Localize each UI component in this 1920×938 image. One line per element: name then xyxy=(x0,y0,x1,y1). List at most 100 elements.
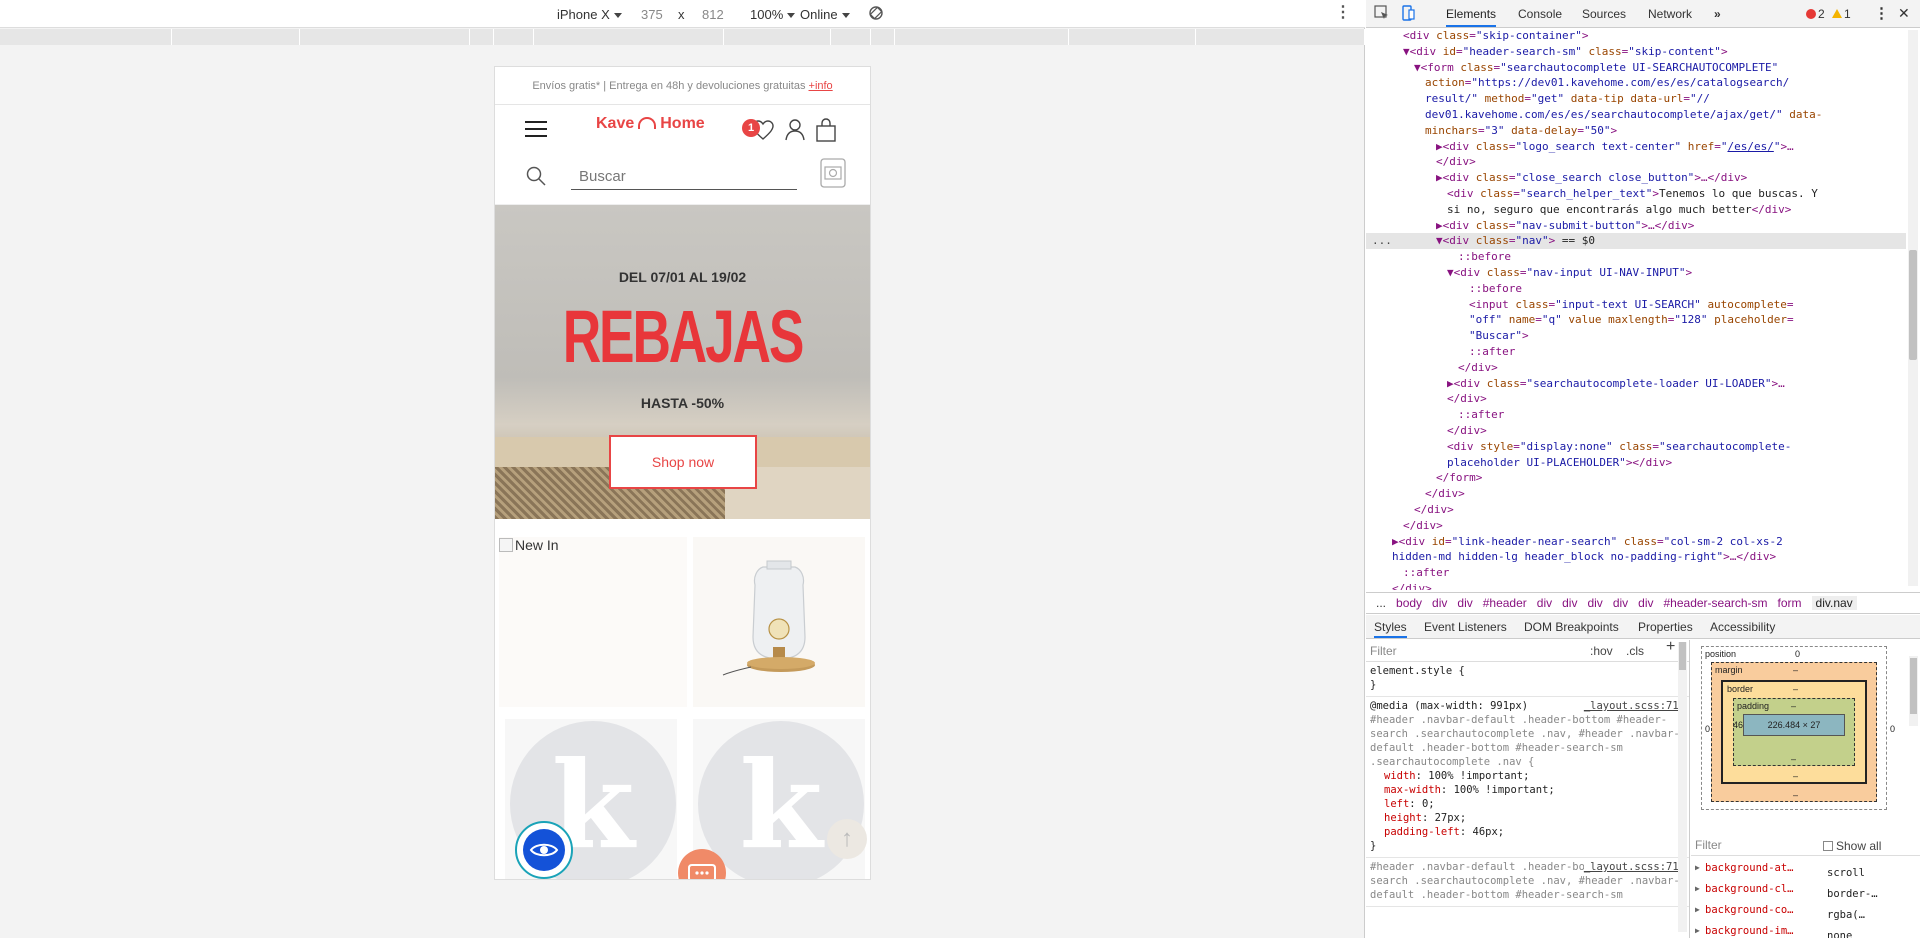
shop-now-button[interactable]: Shop now xyxy=(609,435,757,489)
promo-info-link[interactable]: +info xyxy=(809,80,833,92)
ruler-segment[interactable] xyxy=(831,29,871,45)
dom-tree-node[interactable]: ▶<div class="logo_search text-center" hr… xyxy=(1366,139,1906,155)
show-all-checkbox[interactable]: Show all xyxy=(1823,839,1881,853)
ruler-segment[interactable] xyxy=(534,29,724,45)
ruler-segment[interactable] xyxy=(871,29,895,45)
dom-tree-node[interactable]: </div> xyxy=(1366,360,1906,376)
ruler-segment[interactable] xyxy=(0,29,172,45)
dom-tree-node[interactable]: ▼<form class="searchautocomplete UI-SEAR… xyxy=(1366,60,1906,76)
css-declaration[interactable]: left: 0; xyxy=(1370,797,1685,811)
dom-tree-node[interactable]: "Buscar"> xyxy=(1366,328,1906,344)
css-declaration[interactable]: padding-left: 46px; xyxy=(1370,825,1685,839)
dom-tree-node[interactable]: <input class="input-text UI-SEARCH" auto… xyxy=(1366,297,1906,313)
dom-tree-node[interactable]: ▼<div class="nav-input UI-NAV-INPUT"> xyxy=(1366,265,1906,281)
media-query-ruler[interactable] xyxy=(0,29,1365,45)
computed-property[interactable]: ▶ background-co… rgba(… xyxy=(1691,902,1920,923)
error-count[interactable]: 2 xyxy=(1806,7,1825,21)
breadcrumb-item[interactable]: div xyxy=(1537,596,1552,610)
position-right-value[interactable]: 0 xyxy=(1890,724,1895,734)
element-style-rule[interactable]: element.style { } xyxy=(1366,662,1689,697)
device-toggle-icon[interactable] xyxy=(1400,5,1416,21)
dom-tree-node[interactable]: </div> xyxy=(1366,486,1906,502)
tab-sources[interactable]: Sources xyxy=(1582,7,1626,21)
css-declaration[interactable]: height: 27px; xyxy=(1370,811,1685,825)
ruler-segment[interactable] xyxy=(470,29,494,45)
more-options-icon[interactable]: ⋮ xyxy=(1335,5,1351,21)
close-icon[interactable]: ✕ xyxy=(1898,5,1910,22)
box-content-size[interactable]: 226.484 × 27 xyxy=(1743,714,1845,736)
computed-property[interactable]: ▶ background-at… scroll xyxy=(1691,860,1920,881)
ruler-segment[interactable] xyxy=(724,29,831,45)
dom-tree-node[interactable]: </div> xyxy=(1366,581,1906,590)
breadcrumb-item[interactable]: div xyxy=(1432,596,1447,610)
breadcrumb-item[interactable]: div.nav xyxy=(1811,596,1857,610)
css-declaration[interactable]: max-width: 100% !important; xyxy=(1370,783,1685,797)
breadcrumb-item[interactable]: form xyxy=(1778,596,1802,610)
hover-state-toggle[interactable]: :hov xyxy=(1590,644,1613,658)
dom-tree-node[interactable]: ▶<div class="searchautocomplete-loader U… xyxy=(1366,376,1906,392)
dom-tree-node[interactable]: ::after xyxy=(1366,565,1906,581)
dom-tree-node[interactable]: ▼<div id="header-search-sm" class="skip-… xyxy=(1366,44,1906,60)
tab-network[interactable]: Network xyxy=(1648,7,1692,21)
dom-tree-node[interactable]: si no, seguro que encontrarás algo much … xyxy=(1366,202,1906,218)
dom-tree-node[interactable]: ::before xyxy=(1366,249,1906,265)
computed-filter-input[interactable] xyxy=(1695,838,1805,852)
dom-tree-node[interactable]: dev01.kavehome.com/es/es/searchautocompl… xyxy=(1366,107,1906,123)
device-width-field[interactable]: 375 xyxy=(641,7,663,22)
dom-tree-node[interactable]: result/" method="get" data-tip data-url=… xyxy=(1366,91,1906,107)
border-bottom-value[interactable]: – xyxy=(1793,771,1798,781)
new-rule-button[interactable]: + xyxy=(1666,640,1675,655)
css-declaration[interactable]: width: 100% !important; xyxy=(1370,769,1685,783)
dom-tree-node[interactable]: placeholder UI-PLACEHOLDER"></div> xyxy=(1366,455,1906,471)
dom-tree-node[interactable]: minchars="3" data-delay="50"> xyxy=(1366,123,1906,139)
margin-bottom-value[interactable]: – xyxy=(1793,790,1798,800)
dom-tree-node[interactable]: <div class="skip-container"> xyxy=(1366,28,1906,44)
accessibility-eye-button[interactable] xyxy=(515,821,573,879)
network-throttle-select[interactable]: Online xyxy=(800,7,850,22)
search-icon[interactable] xyxy=(525,165,547,190)
border-top-value[interactable]: – xyxy=(1793,684,1798,694)
chat-button[interactable] xyxy=(678,849,726,879)
hero-banner[interactable]: DEL 07/01 AL 19/02 REBAJAS HASTA -50% Sh… xyxy=(495,205,870,519)
lamp-product-tile[interactable] xyxy=(693,537,865,707)
breadcrumb-item[interactable]: #header xyxy=(1483,596,1527,610)
dom-tree-node[interactable]: "off" name="q" value maxlength="128" pla… xyxy=(1366,312,1906,328)
dom-tree-node[interactable]: ▼<div class="nav"> == $0... xyxy=(1366,233,1906,250)
warning-count[interactable]: 1 xyxy=(1832,7,1851,21)
shopping-bag-icon[interactable] xyxy=(815,117,837,146)
dom-tree-node[interactable]: </div> xyxy=(1366,518,1906,534)
computed-property[interactable]: ▶ background-im… none xyxy=(1691,923,1920,938)
ruler-segment[interactable] xyxy=(895,29,1069,45)
computed-scrollbar[interactable] xyxy=(1909,656,1918,726)
position-left-value[interactable]: 0 xyxy=(1705,724,1710,734)
dom-tree-node[interactable]: ::after xyxy=(1366,344,1906,360)
dom-tree-node[interactable]: hidden-md hidden-lg header_block no-padd… xyxy=(1366,549,1906,565)
css-rule[interactable]: _layout.scss:716 #header .navbar-default… xyxy=(1366,858,1689,907)
dom-tree-node[interactable]: </div> xyxy=(1366,502,1906,518)
ruler-segment[interactable] xyxy=(300,29,470,45)
breadcrumb-item[interactable]: div xyxy=(1562,596,1577,610)
camera-search-icon[interactable] xyxy=(819,155,847,194)
rule-source-link[interactable]: _layout.scss:716 xyxy=(1583,699,1685,713)
dom-tree-node[interactable]: <div style="display:none" class="searcha… xyxy=(1366,439,1906,455)
tab-styles[interactable]: Styles xyxy=(1374,620,1407,638)
ruler-segment[interactable] xyxy=(1196,29,1365,45)
breadcrumb-item[interactable]: body xyxy=(1396,596,1422,610)
margin-top-value[interactable]: – xyxy=(1793,665,1798,675)
user-icon[interactable] xyxy=(783,117,807,144)
padding-left-value[interactable]: 46 xyxy=(1733,720,1743,730)
computed-property[interactable]: ▶ background-cl… border-… xyxy=(1691,881,1920,902)
zoom-select[interactable]: 100% xyxy=(750,7,796,22)
breadcrumb-item[interactable]: div xyxy=(1587,596,1602,610)
device-height-field[interactable]: 812 xyxy=(702,7,724,22)
padding-bottom-value[interactable]: – xyxy=(1791,754,1796,764)
node-actions-icon[interactable]: ... xyxy=(1372,233,1392,249)
dom-tree-node[interactable]: action="https://dev01.kavehome.com/es/es… xyxy=(1366,75,1906,91)
styles-scrollbar[interactable] xyxy=(1678,642,1687,932)
breadcrumb-item[interactable]: div xyxy=(1457,596,1472,610)
breadcrumb-item[interactable]: ... xyxy=(1376,596,1386,610)
dom-tree-node[interactable]: </div> xyxy=(1366,154,1906,170)
tab-properties[interactable]: Properties xyxy=(1638,620,1693,634)
breadcrumb-item[interactable]: div xyxy=(1638,596,1653,610)
ruler-segment[interactable] xyxy=(494,29,534,45)
